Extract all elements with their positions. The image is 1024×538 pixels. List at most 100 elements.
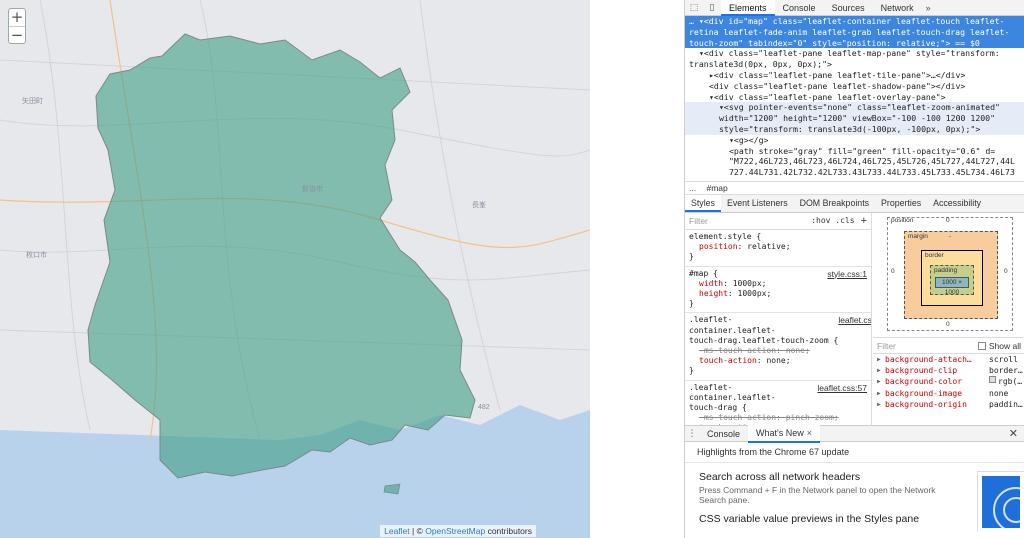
style-property[interactable]: height: 1000px;	[689, 289, 867, 299]
show-all-checkbox[interactable]	[977, 341, 986, 350]
drawer-menu-icon[interactable]: ⋮	[685, 428, 699, 439]
new-rule-icon[interactable]: +	[861, 215, 867, 226]
dom-tree[interactable]: … ▾<div id="map" class="leaflet-containe…	[685, 16, 1024, 181]
close-tab-icon[interactable]: ×	[807, 428, 812, 438]
tab-console[interactable]: Console	[775, 0, 824, 16]
style-property[interactable]: touch-action: none;	[689, 356, 867, 366]
drawer-tab-console[interactable]: Console	[699, 426, 748, 442]
expand-arrow-icon[interactable]: ▶	[877, 354, 885, 365]
tab-sources[interactable]: Sources	[824, 0, 873, 16]
tab-styles[interactable]: Styles	[685, 195, 721, 212]
dom-node-line[interactable]: ▾<div class="leaflet-pane leaflet-overla…	[685, 92, 1024, 103]
dom-node-line[interactable]: width="1200" height="1200" viewBox="-100…	[685, 113, 1024, 124]
style-rule: .leaflet- container.leaflet- touch-drag …	[685, 381, 871, 425]
styles-filter-input[interactable]: Filter	[689, 216, 708, 226]
property-name[interactable]: position	[699, 242, 738, 251]
map-attribution: Leaflet | © OpenStreetMap contributors	[380, 525, 536, 537]
devtools-toolbar: ⬚ ▯ Elements Console Sources Network »	[685, 0, 1024, 16]
computed-name: background-color	[885, 377, 963, 387]
rule-selector[interactable]: .leaflet- container.leaflet- touch-drag.…	[689, 315, 838, 346]
computed-pane: position 0 0 0 0 margin - border padding…	[873, 213, 1024, 425]
property-value[interactable]: 1000px;	[733, 279, 767, 288]
computed-property[interactable]: ▶ background-color rgb(…	[873, 376, 1024, 387]
tab-properties[interactable]: Properties	[875, 195, 927, 212]
rule-close-brace: }	[689, 299, 694, 309]
dom-node-line[interactable]: ▸<div class="leaflet-pane leaflet-tile-p…	[685, 70, 1024, 81]
expand-arrow-icon[interactable]: ▶	[877, 399, 885, 410]
drawer-tab-whats-new[interactable]: What's New ×	[748, 424, 821, 443]
rule-selector[interactable]: element.style {	[689, 232, 761, 242]
style-property[interactable]: position: relative;	[689, 242, 867, 252]
dom-node-line[interactable]: "M722,46L723,46L723,46L724,46L725,45L726…	[685, 156, 1024, 167]
computed-property[interactable]: ▶ background-origin paddin…	[873, 399, 1024, 410]
style-property[interactable]: width: 1000px;	[689, 279, 867, 289]
tab-accessibility[interactable]: Accessibility	[927, 195, 987, 212]
dom-node-line[interactable]: ▾<div class="leaflet-pane leaflet-map-pa…	[685, 48, 1024, 59]
leaflet-link[interactable]: Leaflet	[384, 526, 410, 536]
property-name[interactable]: height	[699, 289, 728, 298]
more-tabs-button[interactable]: »	[922, 3, 935, 13]
dom-node-line[interactable]: retina leaflet-fade-anim leaflet-grab le…	[685, 26, 1024, 38]
property-value[interactable]: pinch-zoom;	[786, 413, 839, 422]
style-rule: element.style {position: relative;}	[685, 230, 871, 267]
inspect-icon[interactable]: ⬚	[685, 0, 703, 16]
dom-node-line[interactable]: touch-zoom" tabindex="0" style="position…	[685, 37, 1024, 49]
dom-node-line[interactable]: style="transform: translate3d(-100px, -1…	[685, 123, 1024, 135]
property-name[interactable]: touch-action	[699, 356, 757, 365]
tab-elements[interactable]: Elements	[721, 0, 775, 16]
zoom-in-button[interactable]: +	[9, 9, 25, 26]
property-name[interactable]: touch-action	[699, 423, 757, 425]
rule-source-link[interactable]: leaflet.css:63	[838, 315, 871, 346]
osm-link[interactable]: OpenStreetMap	[425, 526, 485, 536]
tab-dom-breakpoints[interactable]: DOM Breakpoints	[794, 195, 875, 212]
breadcrumb-map[interactable]: #map	[706, 183, 727, 193]
rule-source-link[interactable]: style.css:1	[827, 269, 867, 279]
computed-property[interactable]: ▶ background-attach… scroll	[873, 354, 1024, 365]
expand-arrow-icon[interactable]: ▶	[877, 376, 885, 387]
news-item-title[interactable]: CSS variable value previews in the Style…	[699, 513, 1010, 525]
property-name[interactable]: -ms-touch-action	[699, 413, 776, 422]
dom-node-line[interactable]: 727.44L731.42L732.42L733.43L733.44L733.4…	[685, 167, 1024, 178]
dom-node-line[interactable]: <div class="leaflet-pane leaflet-shadow-…	[685, 81, 1024, 92]
dom-node-line[interactable]: ▾<svg pointer-events="none" class="leafl…	[685, 102, 1024, 114]
expand-arrow-icon[interactable]: ▶	[877, 388, 885, 399]
property-value[interactable]: 1000px;	[738, 289, 772, 298]
expand-arrow-icon[interactable]: ▶	[877, 365, 885, 376]
computed-property[interactable]: ▶ background-image none	[873, 388, 1024, 399]
close-drawer-button[interactable]: ✕	[1009, 427, 1018, 440]
property-colon: :	[723, 278, 733, 288]
breadcrumb-ellipsis[interactable]: ...	[689, 183, 696, 193]
map-container[interactable]: 矢田町 枚口市 長峯 新治市 482 + − Leaflet | © OpenS…	[0, 0, 590, 538]
dom-node-line[interactable]: ▾<g></g>	[685, 135, 1024, 146]
rule-source-link[interactable]: leaflet.css:57	[817, 383, 867, 414]
rule-selector[interactable]: .leaflet- container.leaflet- touch-drag …	[689, 383, 776, 414]
property-value[interactable]: none;	[766, 356, 790, 365]
style-property[interactable]: -ms-touch-action: none;	[689, 346, 867, 356]
device-toggle-icon[interactable]: ▯	[703, 0, 721, 16]
dom-node-line[interactable]: translate3d(0px, 0px, 0px);">	[685, 59, 1024, 70]
computed-value: none	[989, 388, 1009, 398]
devtools-panel: ⬚ ▯ Elements Console Sources Network » ……	[684, 0, 1024, 538]
property-name[interactable]: -ms-touch-action	[699, 346, 776, 355]
style-property[interactable]: touch-action: none;	[689, 423, 867, 425]
box-content-size[interactable]: 1000 × 1000	[935, 277, 969, 296]
dom-node-line[interactable]: … ▾<div id="map" class="leaflet-containe…	[685, 16, 1024, 27]
rule-selector[interactable]: #map {	[689, 269, 718, 279]
box-position-left: 0	[891, 268, 895, 275]
computed-property[interactable]: ▶ background-clip border…	[873, 365, 1024, 376]
dom-node-line[interactable]: <path stroke="gray" fill="green" fill-op…	[685, 146, 1024, 157]
zoom-out-button[interactable]: −	[9, 26, 25, 43]
hov-cls-toggle[interactable]: :hov .cls	[811, 216, 854, 226]
property-value[interactable]: none;	[786, 346, 810, 355]
news-item-title[interactable]: Search across all network headers	[699, 471, 1010, 483]
color-swatch[interactable]	[989, 376, 996, 384]
tab-event-listeners[interactable]: Event Listeners	[721, 195, 794, 212]
property-name[interactable]: width	[699, 279, 723, 288]
whats-new-label: What's New	[756, 427, 804, 438]
property-value[interactable]: none;	[766, 423, 790, 425]
tab-network[interactable]: Network	[873, 0, 922, 16]
news-item: Search across all network headers Press …	[685, 471, 1024, 505]
property-value[interactable]: relative;	[747, 242, 790, 251]
style-property[interactable]: -ms-touch-action: pinch-zoom;	[689, 413, 867, 423]
computed-filter-input[interactable]: Filter	[877, 341, 896, 351]
